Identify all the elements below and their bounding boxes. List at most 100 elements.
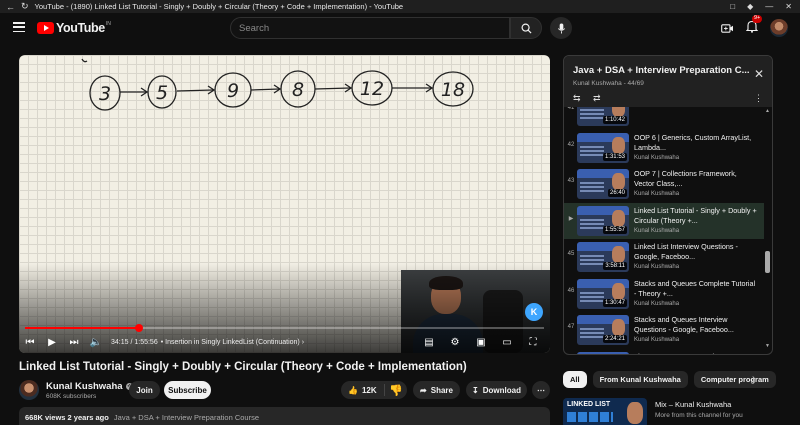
download-button[interactable]: ↧ Download (466, 381, 527, 399)
playlist-item-thumbnail: 1:55:57 (577, 205, 629, 236)
share-label: Share (430, 385, 453, 395)
description-box[interactable]: 668K views 2 years ago Java + DSA + Inte… (19, 407, 550, 425)
dislike-button[interactable]: 👎 (385, 384, 407, 397)
playlist-item[interactable]: ▶ 1:55:57 Linked List Tutorial - Singly + … (564, 202, 764, 239)
notifications-button[interactable]: 9+ (745, 15, 763, 36)
channel-watermark-button[interactable]: K (525, 303, 543, 321)
playlist-item[interactable]: 411:10:42Interfaces, Annotations (564, 107, 764, 129)
settings-gear-icon[interactable]: ⚙ (444, 333, 466, 351)
share-button[interactable]: ➦ Share (413, 381, 460, 399)
scroll-down-icon[interactable]: ▼ (765, 343, 770, 349)
playlist-item[interactable]: 45 3:58:11 Linked List Interview Questions… (564, 239, 764, 275)
volume-icon[interactable]: 🔈 (85, 333, 107, 351)
playlist-item-thumbnail: 2:24:21 (577, 315, 629, 345)
loop-icon[interactable]: ⇆ (573, 93, 581, 104)
like-button[interactable]: 👍 12K (341, 384, 385, 396)
account-avatar[interactable] (770, 19, 788, 37)
scroll-up-icon[interactable]: ▲ (765, 108, 770, 114)
window-nav: ← ↻ (0, 1, 35, 12)
filter-chip[interactable]: From Kunal Kushwaha (592, 371, 688, 388)
progress-played (25, 327, 140, 329)
more-vertical-icon[interactable]: ⋮ (754, 93, 763, 104)
playlist-item-thumbnail: 26:40 (577, 169, 629, 199)
search-icon (521, 23, 532, 34)
search-input[interactable] (231, 18, 509, 38)
voice-search-button[interactable] (550, 17, 572, 39)
playlist-item[interactable]: 46 1:30:47 Stacks and Queues Complete Tuto… (564, 276, 764, 312)
chapter-title[interactable]: • Insertion in Singly LinkedList (Contin… (161, 339, 304, 346)
progress-bar[interactable] (25, 324, 544, 332)
play-icon[interactable]: ▶ (41, 333, 63, 351)
window-controls: □ ◆ — ✕ (730, 0, 792, 13)
view-count: 668K views (25, 413, 66, 422)
channel-avatar[interactable] (19, 380, 39, 400)
extensions-icon[interactable]: □ (730, 2, 735, 11)
shuffle-icon[interactable]: ⇄ (593, 93, 601, 104)
miniplayer-icon[interactable]: ▣ (470, 333, 492, 351)
back-arrow-icon[interactable]: ← (6, 2, 15, 12)
share-arrow-icon: ➦ (420, 385, 427, 395)
next-icon[interactable]: ⏭ (63, 333, 85, 351)
playlist-item-duration: 26:40 (607, 189, 627, 197)
playlist-title[interactable]: Java + DSA + Interview Preparation C... (573, 65, 749, 76)
playlist-item-author: Kunal Kushwaha (634, 300, 680, 307)
previous-icon[interactable]: ⏮ (19, 333, 41, 351)
chapter-text: Insertion in Singly LinkedList (Continua… (165, 338, 300, 346)
playlist-item-title: Tic Tac Toe, Java Game in (634, 352, 758, 355)
playlist-item-author: Kunal Kushwaha (634, 154, 680, 161)
playlist-item-title: OOP 6 | Generics, Custom ArrayList, Lamb… (634, 132, 752, 152)
minimize-icon[interactable]: — (765, 2, 773, 11)
playlist-item-author: Kunal Kushwaha (634, 227, 680, 234)
whiteboard-node-label: 12 (360, 78, 384, 100)
playlist-item-index: 41 (567, 107, 575, 111)
playlist-item[interactable]: Tic Tac Toe, Java Game in (564, 349, 764, 355)
playlist-owner-progress: Kunal Kushwaha - 44/69 (573, 80, 644, 87)
playlist-item[interactable]: 42 1:31:53 OOP 6 | Generics, Custom ArrayL… (564, 130, 764, 166)
search-button[interactable] (510, 17, 542, 39)
filter-chip[interactable]: Computer program (693, 371, 776, 388)
playlist-item[interactable]: 47 2:24:21 Stacks and Queues Interview Que… (564, 312, 764, 348)
playlist-item-author: Kunal Kushwaha (634, 337, 680, 343)
create-video-icon[interactable] (721, 23, 734, 34)
subtitles-icon[interactable]: ▤ (418, 333, 440, 351)
fullscreen-icon[interactable]: ⛶ (522, 333, 544, 351)
playlist-item-title: OOP 7 | Collections Framework, Vector Cl… (634, 169, 737, 188)
youtube-logo[interactable]: YouTube IN (37, 21, 111, 35)
close-window-icon[interactable]: ✕ (785, 2, 792, 11)
play-logo-icon (37, 22, 54, 34)
masthead: YouTube IN 9+ (0, 13, 800, 46)
reload-icon[interactable]: ↻ (21, 1, 29, 12)
filter-chip[interactable]: All (563, 371, 587, 388)
related-title[interactable]: Mix – Kunal Kushwaha (655, 400, 731, 409)
join-button[interactable]: Join (129, 381, 160, 399)
window-title: YouTube - (1890) Linked List Tutorial - … (34, 2, 404, 11)
chevron-right-icon[interactable]: › (752, 373, 755, 384)
subscribe-button[interactable]: Subscribe (164, 381, 211, 399)
playlist-item[interactable]: 43 26:40 OOP 7 | Collections Framework, Ve… (564, 166, 764, 202)
playlist-item-thumbnail: 1:10:42 (577, 107, 629, 126)
whiteboard-node-label: 5 (156, 82, 168, 104)
download-label: Download (482, 385, 521, 395)
more-actions-button[interactable]: ⋯ (532, 381, 550, 399)
playlist-item-duration: 1:10:42 (602, 116, 627, 124)
theater-mode-icon[interactable]: ▭ (496, 333, 518, 351)
playlist-item-thumbnail: 3:58:11 (577, 242, 629, 272)
menu-icon[interactable] (13, 22, 25, 32)
playlist-header: Java + DSA + Interview Preparation C... … (564, 56, 772, 107)
channel-name-row[interactable]: Kunal Kushwaha✓ (46, 381, 133, 392)
video-player[interactable]: 3 5 9 8 12 18 K ⏮ ▶ ⏭ 🔈 34:15 / 1:55:56 • Ins… (19, 55, 550, 353)
playlist-scrollbar[interactable] (765, 251, 770, 273)
playlist-link[interactable]: Java + DSA + Interview Preparation Cours… (114, 413, 259, 422)
thumbs-down-icon: 👎 (389, 384, 403, 397)
playlist-item-index: 45 (567, 251, 575, 257)
video-title: Linked List Tutorial - Singly + Doubly +… (19, 361, 467, 373)
pin-icon[interactable]: ◆ (747, 2, 753, 11)
thumbs-up-icon: 👍 (348, 385, 358, 395)
notification-badge: 9+ (752, 15, 763, 23)
playlist-item-index: ▶ (568, 215, 574, 222)
whiteboard-node-label: 18 (441, 79, 465, 101)
related-thumbnail[interactable]: LINKED LIST (563, 398, 647, 425)
subscriber-count: 608K subscribers (46, 393, 97, 400)
close-icon[interactable]: ✕ (754, 67, 764, 81)
whiteboard-node-label: 9 (227, 80, 239, 102)
